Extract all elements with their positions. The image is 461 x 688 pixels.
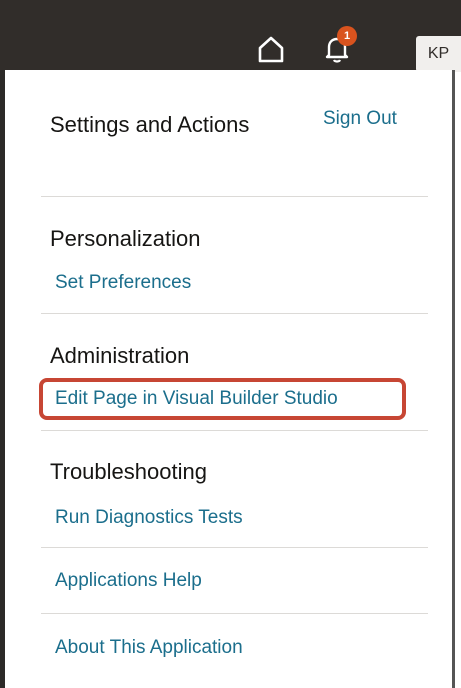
- home-icon: [256, 34, 286, 69]
- home-button[interactable]: [253, 34, 289, 68]
- set-preferences-link[interactable]: Set Preferences: [55, 272, 191, 294]
- user-avatar[interactable]: KP: [416, 36, 461, 72]
- edit-page-in-visual-builder-studio-link[interactable]: Edit Page in Visual Builder Studio: [55, 388, 338, 410]
- section-title-troubleshooting: Troubleshooting: [50, 459, 207, 484]
- notification-count-badge: 1: [337, 26, 357, 46]
- section-title-administration: Administration: [50, 343, 190, 368]
- divider: [41, 613, 428, 614]
- menu-title: Settings and Actions: [50, 112, 250, 137]
- divider: [41, 196, 428, 197]
- sign-out-link[interactable]: Sign Out: [323, 108, 397, 130]
- settings-and-actions-menu: Settings and Actions Sign Out Personaliz…: [0, 70, 455, 688]
- section-title-personalization: Personalization: [50, 226, 201, 251]
- about-this-application-link[interactable]: About This Application: [55, 637, 243, 659]
- applications-help-link[interactable]: Applications Help: [55, 570, 202, 592]
- notifications-button[interactable]: 1: [318, 26, 360, 68]
- divider: [41, 547, 428, 548]
- run-diagnostics-tests-link[interactable]: Run Diagnostics Tests: [55, 507, 243, 529]
- global-header: 1 KP: [0, 0, 461, 72]
- divider: [41, 313, 428, 314]
- divider: [41, 430, 428, 431]
